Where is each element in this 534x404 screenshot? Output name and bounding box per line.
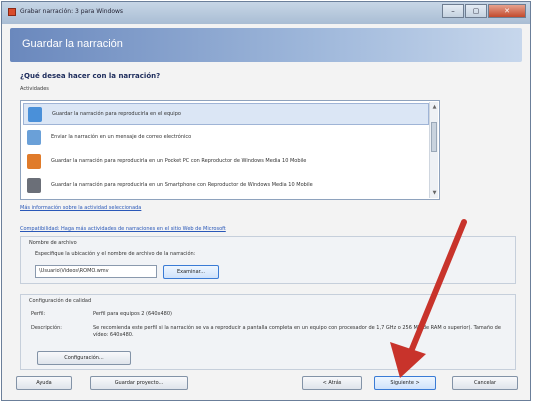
file-instruction: Especifique la ubicación y el nombre de …: [35, 251, 196, 257]
close-button[interactable]: ✕: [488, 4, 526, 18]
title-bar[interactable]: Grabar narración: 3 para Windows – ▢ ✕: [2, 2, 530, 24]
scroll-up-icon[interactable]: ▲: [431, 103, 438, 111]
list-item[interactable]: Guardar la narración para reproducirla e…: [23, 175, 429, 197]
activities-label: Actividades: [20, 86, 49, 92]
header-banner: Guardar la narración: [10, 28, 522, 62]
settings-button[interactable]: Configuración...: [37, 351, 131, 365]
back-button[interactable]: < Atrás: [302, 376, 362, 390]
quality-group-title: Configuración de calidad: [29, 298, 92, 304]
list-item[interactable]: Guardar la narración para reproducirla e…: [23, 151, 429, 173]
next-button[interactable]: Siguiente >: [374, 376, 436, 390]
app-icon: [8, 8, 16, 16]
scroll-thumb[interactable]: [431, 122, 437, 152]
window-controls: – ▢ ✕: [441, 4, 526, 18]
list-item-label: Enviar la narración en un mensaje de cor…: [51, 134, 192, 140]
dialog-window: Grabar narración: 3 para Windows – ▢ ✕ G…: [1, 1, 531, 401]
save-project-button[interactable]: Guardar proyecto...: [90, 376, 188, 390]
help-button[interactable]: Ayuda: [16, 376, 72, 390]
profile-label: Perfil:: [31, 311, 46, 317]
file-path-input[interactable]: \Usuario\Videos\ROMO.wmv: [35, 265, 157, 278]
list-scrollbar[interactable]: ▲ ▼: [429, 102, 438, 198]
pocket-pc-icon: [27, 154, 41, 169]
smartphone-icon: [27, 178, 41, 193]
scroll-down-icon[interactable]: ▼: [431, 189, 438, 197]
list-item[interactable]: Guardar la narración para reproducirla e…: [23, 103, 429, 125]
cancel-button[interactable]: Cancelar: [452, 376, 518, 390]
computer-icon: [28, 107, 42, 122]
question-heading: ¿Qué desea hacer con la narración?: [20, 72, 161, 80]
browse-button[interactable]: Examinar...: [163, 265, 219, 279]
window-title: Grabar narración: 3 para Windows: [20, 8, 124, 15]
compatibility-link[interactable]: Compatibilidad: Haga más actividades de …: [20, 226, 226, 232]
list-item-label: Guardar la narración para reproducirla e…: [51, 182, 313, 188]
list-item-label: Guardar la narración para reproducirla e…: [51, 158, 307, 164]
activities-list[interactable]: Guardar la narración para reproducirla e…: [20, 100, 440, 200]
maximize-button[interactable]: ▢: [465, 4, 487, 18]
page-title: Guardar la narración: [22, 38, 123, 50]
quality-group: Configuración de calidad Perfil: Perfil …: [20, 294, 516, 370]
profile-value: Perfil para equipos 2 (640x480): [93, 311, 172, 317]
file-name-group: Nombre de archivo Especifique la ubicaci…: [20, 236, 516, 284]
envelope-icon: [27, 130, 41, 145]
description-value: Se recomienda este perfil si la narració…: [93, 325, 501, 338]
description-label: Descripción:: [31, 325, 62, 331]
more-info-link[interactable]: Más información sobre la actividad selec…: [20, 205, 141, 211]
file-group-title: Nombre de archivo: [29, 240, 77, 246]
list-item[interactable]: Enviar la narración en un mensaje de cor…: [23, 127, 429, 149]
list-item-label: Guardar la narración para reproducirla e…: [52, 111, 181, 117]
minimize-button[interactable]: –: [442, 4, 464, 18]
